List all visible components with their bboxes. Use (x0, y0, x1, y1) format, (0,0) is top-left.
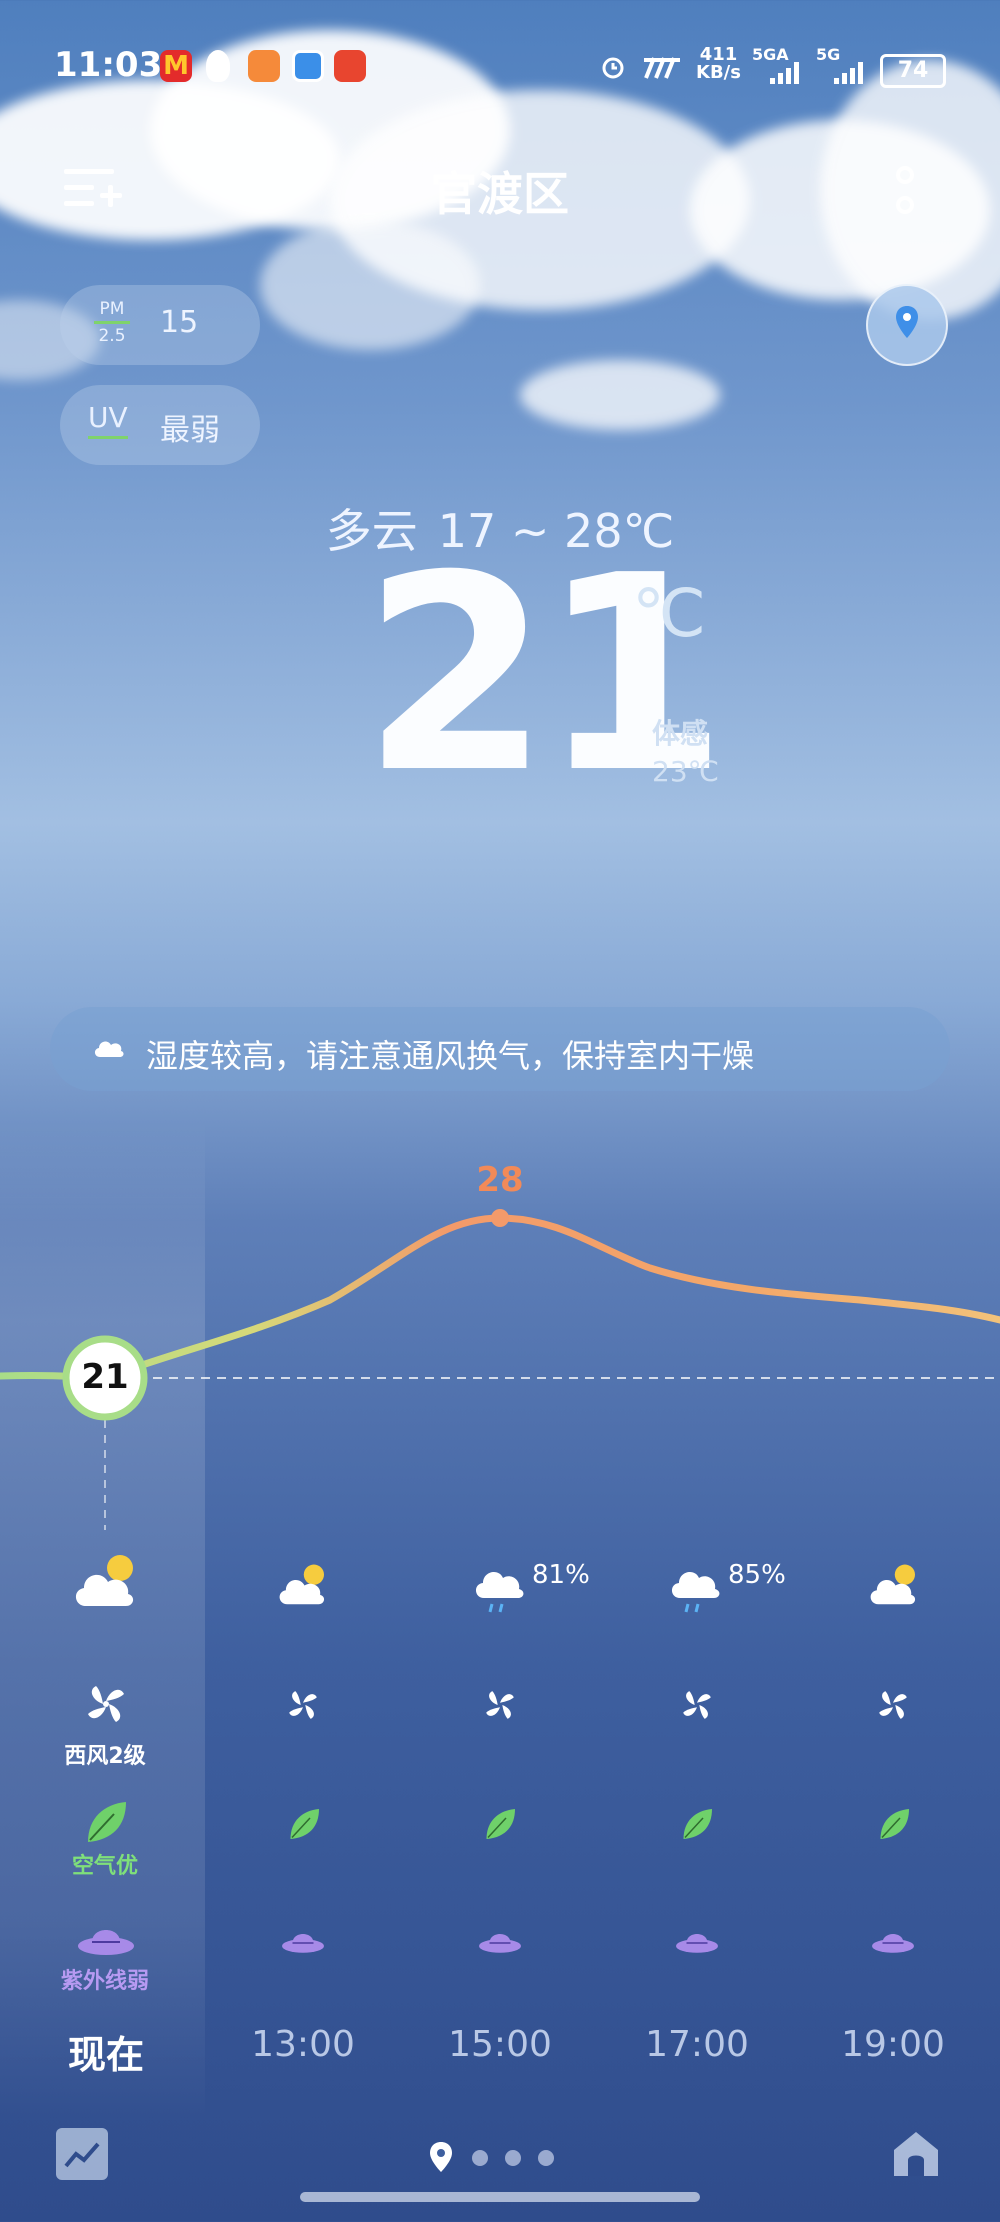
partly-cloudy-icon (279, 1564, 325, 1605)
pm25-pill[interactable]: PM 2.5 15 (60, 285, 260, 365)
precip-15-00: 81% (532, 1560, 590, 1590)
home-button[interactable] (890, 2128, 942, 2180)
network-speed: 411 KB/s (696, 46, 741, 82)
map-location-button[interactable] (866, 284, 948, 366)
trend-chart-button[interactable] (56, 2128, 108, 2180)
now-uv-label: 紫外线弱 (60, 1969, 149, 1994)
leaf-icon (88, 1802, 126, 1842)
rain-cloud-icon (671, 1571, 720, 1613)
leaf-icon (290, 1809, 319, 1839)
wind-fan-icon (683, 1691, 711, 1719)
temperature-unit: ℃ (632, 575, 707, 652)
cloud-icon (94, 1041, 124, 1057)
page-indicator-dot[interactable] (505, 2150, 521, 2166)
time-now-label: 现在 (67, 2033, 144, 2077)
time-label-17: 17:00 (645, 2024, 749, 2065)
home-icon (894, 2132, 938, 2176)
partly-cloudy-icon (75, 1555, 134, 1606)
feels-like-value: 23℃ (652, 755, 720, 788)
nfc-icon (644, 57, 680, 79)
leaf-icon (486, 1809, 515, 1839)
weather-tip-text: 湿度较高，请注意通风换气，保持室内干燥 (146, 1037, 755, 1075)
uv-pill[interactable]: UV 最弱 (60, 385, 260, 465)
rain-cloud-icon (475, 1571, 524, 1613)
partly-cloudy-icon (870, 1564, 916, 1605)
trend-line-icon (64, 2142, 100, 2168)
current-temp-marker-label: 21 (81, 1357, 129, 1397)
feels-like-label: 体感 (652, 717, 709, 750)
time-label-13: 13:00 (251, 2024, 355, 2065)
wind-fan-icon (88, 1686, 124, 1722)
page-indicator-dot[interactable] (538, 2150, 554, 2166)
sun-hat-icon (676, 1934, 718, 1953)
temperature-curve-chart (0, 1209, 1000, 1530)
page-indicator-location-icon[interactable] (428, 2140, 454, 2174)
wind-fan-icon (486, 1691, 514, 1719)
feels-like: 体感 23℃ (652, 715, 719, 791)
message-app-icon (292, 50, 324, 82)
shopping-app-icon (334, 50, 366, 82)
network-speed-unit: KB/s (696, 62, 741, 83)
battery-indicator: 74 (880, 54, 946, 88)
now-air-label: 空气优 (71, 1854, 138, 1879)
wind-fan-icon (879, 1691, 907, 1719)
temperature-curve (0, 1214, 1000, 1382)
weather-tip-banner[interactable]: 湿度较高，请注意通风换气，保持室内干燥 (50, 1007, 950, 1091)
location-pin-icon (896, 306, 918, 338)
sun-hat-icon (479, 1934, 521, 1953)
time-label-19: 19:00 (841, 2024, 945, 2065)
sun-hat-icon (282, 1934, 324, 1953)
sun-hat-icon (872, 1934, 914, 1953)
signal-1-icon (770, 62, 799, 84)
max-temp-dot (491, 1209, 509, 1227)
status-bar: 11:03 M 411 KB/s 5GA 5G 74 (0, 0, 1000, 130)
uv-icon: UV (88, 401, 128, 439)
notification-app-icon (248, 50, 280, 82)
gesture-bar[interactable] (300, 2192, 700, 2202)
pm25-icon: PM 2.5 (90, 299, 134, 346)
city-title[interactable]: 官渡区 (0, 158, 1000, 224)
signal-2-icon (834, 62, 863, 84)
time-label-15: 15:00 (448, 2024, 552, 2065)
sun-hat-icon (78, 1930, 134, 1955)
pm25-value: 15 (160, 305, 199, 340)
precip-17-00: 85% (728, 1560, 786, 1590)
page-indicator-dot[interactable] (472, 2150, 488, 2166)
uv-value: 最弱 (160, 413, 220, 448)
max-temp-label: 28 (476, 1160, 524, 1200)
status-time: 11:03 (54, 45, 163, 85)
leaf-icon (683, 1809, 712, 1839)
wind-fan-icon (289, 1691, 317, 1719)
mcdonalds-app-icon: M (160, 50, 192, 82)
qq-app-icon (206, 50, 230, 82)
now-wind-label: 西风2级 (64, 1744, 146, 1769)
leaf-icon (880, 1809, 909, 1839)
alarm-icon (602, 57, 624, 79)
more-options-icon[interactable] (890, 165, 920, 225)
